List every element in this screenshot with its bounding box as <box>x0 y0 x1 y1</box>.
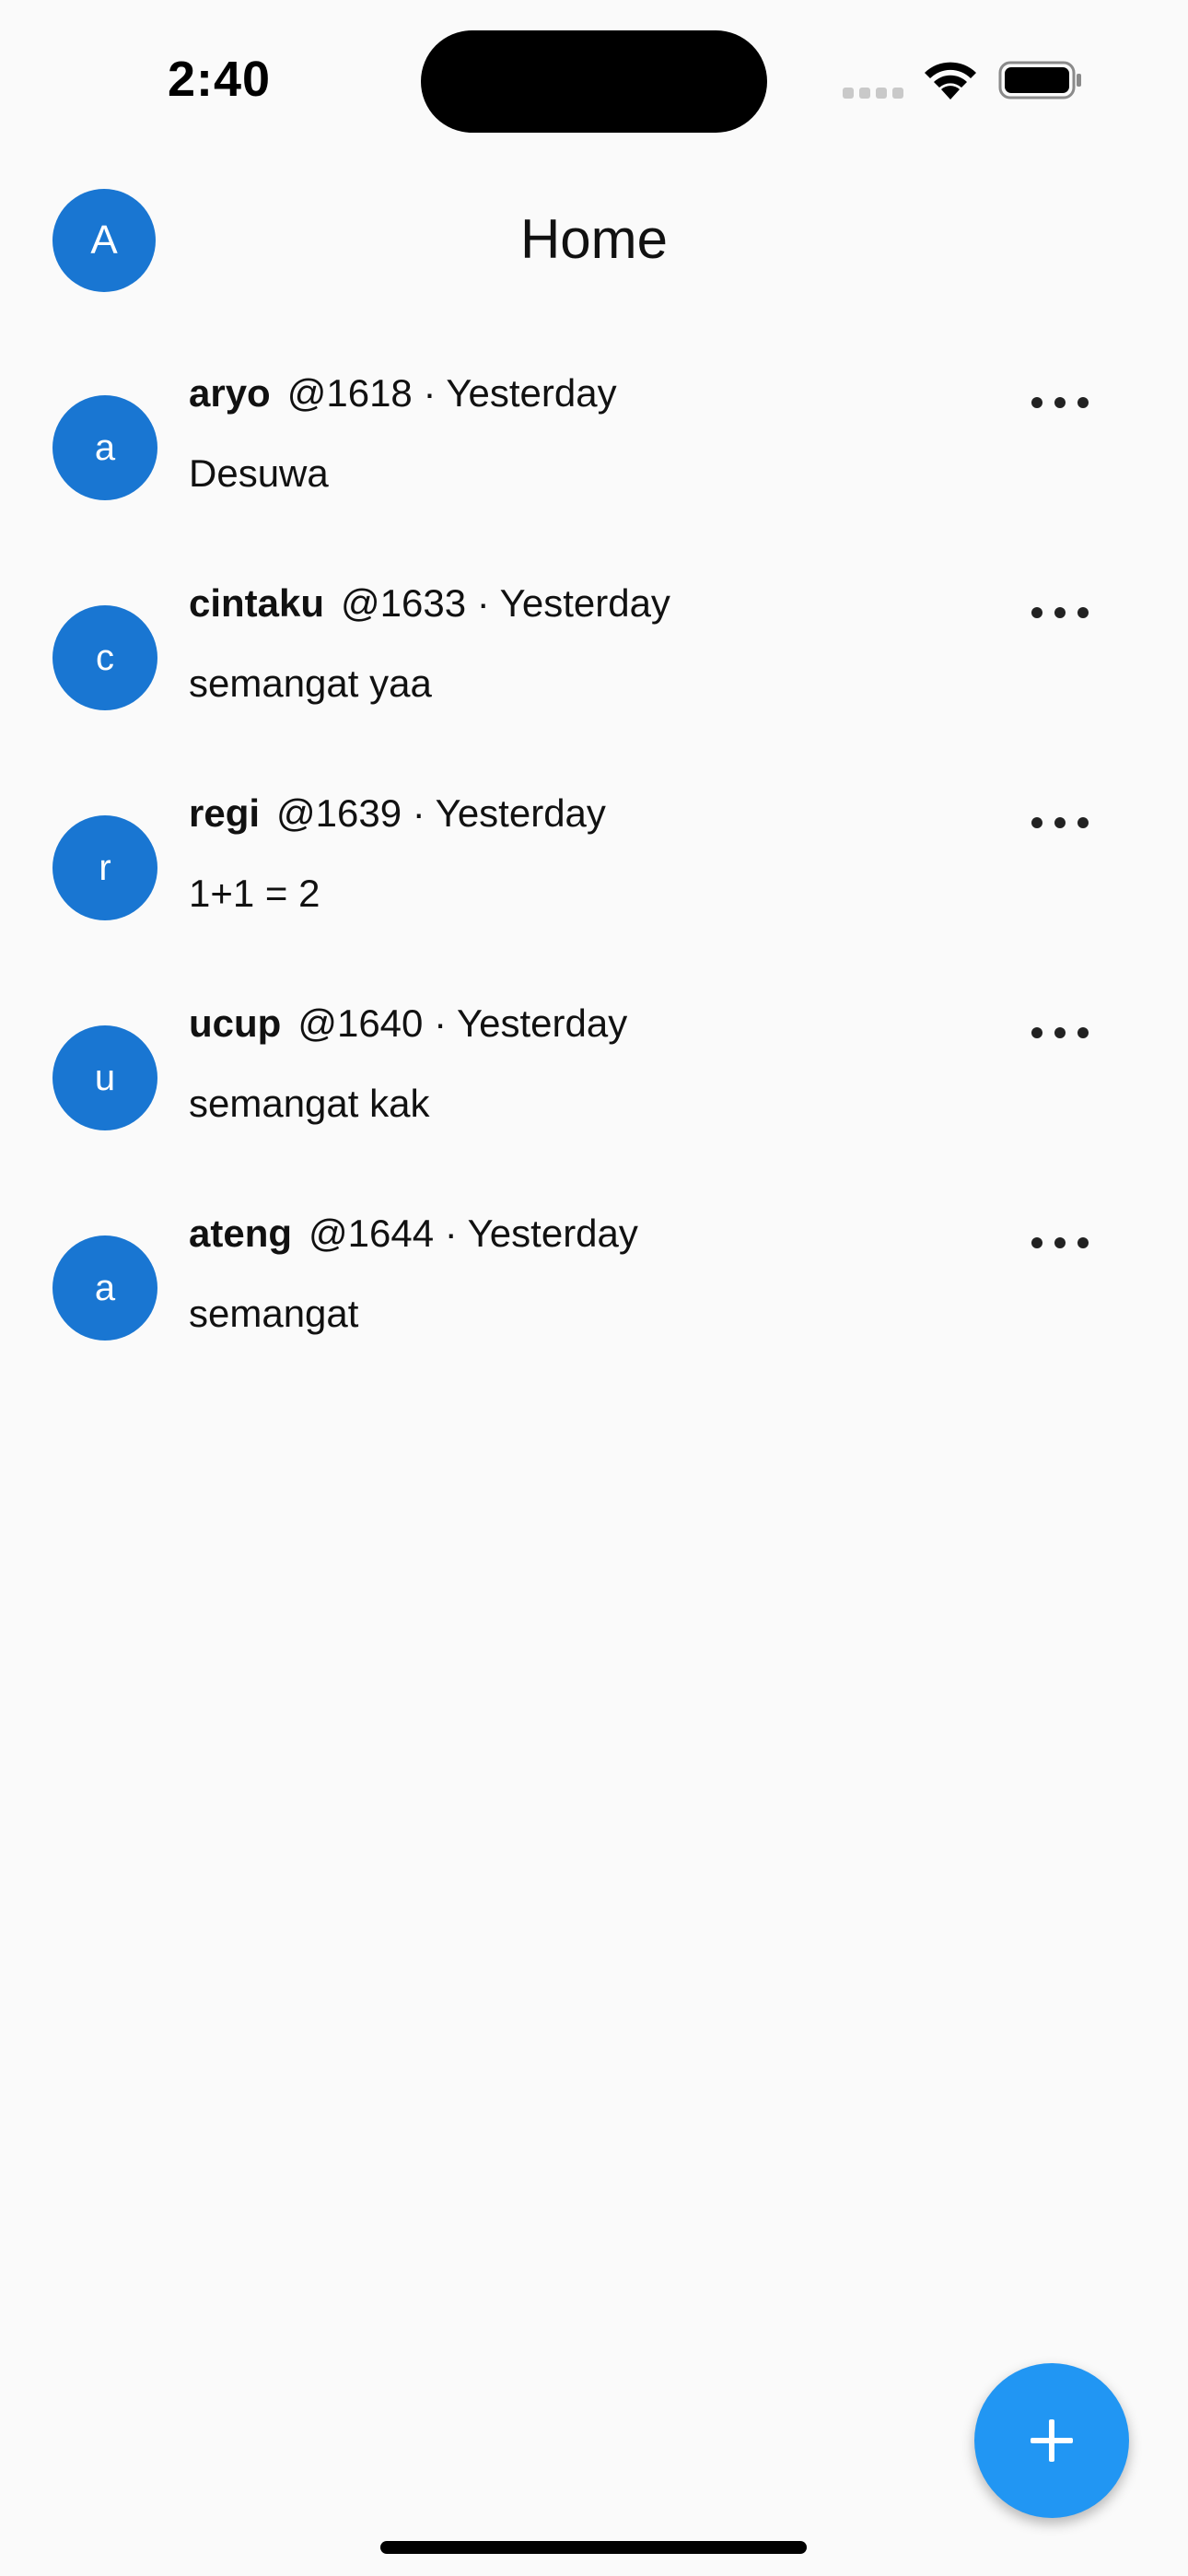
status-time: 2:40 <box>168 52 272 107</box>
post-avatar[interactable]: c <box>52 605 157 710</box>
post-header: aryo @1618 · Yesterday <box>189 371 617 416</box>
post-text: semangat yaa <box>189 662 432 705</box>
new-post-button[interactable] <box>974 2363 1129 2518</box>
post-username: ucup <box>189 1001 282 1045</box>
page-title: Home <box>519 208 669 270</box>
post-avatar[interactable]: r <box>52 815 157 920</box>
post-username: regi <box>189 791 261 835</box>
post-header: ateng @1644 · Yesterday <box>189 1212 638 1256</box>
post-avatar-initial: r <box>99 847 111 888</box>
dynamic-island <box>421 30 767 133</box>
post-text: semangat kak <box>189 1082 430 1125</box>
cellular-signal-icon <box>843 88 903 99</box>
post-avatar-initial: a <box>94 1267 116 1308</box>
post-meta: @1640 · Yesterday <box>297 1001 628 1045</box>
post-header: ucup @1640 · Yesterday <box>189 1001 627 1046</box>
wifi-icon <box>925 62 976 100</box>
more-options-icon[interactable] <box>1031 392 1089 414</box>
home-indicator[interactable] <box>380 2541 807 2554</box>
post-meta: @1644 · Yesterday <box>309 1212 638 1255</box>
post-item[interactable]: r regi @1639 · Yesterday 1+1 = 2 <box>0 766 1188 976</box>
post-avatar[interactable]: a <box>52 1235 157 1341</box>
more-options-icon[interactable] <box>1031 1232 1089 1254</box>
post-username: cintaku <box>189 581 325 625</box>
post-feed: a aryo @1618 · Yesterday Desuwa c cintaku… <box>0 345 1188 1396</box>
post-header: cintaku @1633 · Yesterday <box>189 581 670 626</box>
post-username: aryo <box>189 371 271 415</box>
post-text: 1+1 = 2 <box>189 872 320 915</box>
post-text: Desuwa <box>189 451 329 495</box>
plus-icon <box>1031 2419 1073 2462</box>
post-username: ateng <box>189 1212 293 1255</box>
post-avatar[interactable]: a <box>52 395 157 500</box>
post-meta: @1633 · Yesterday <box>341 581 670 625</box>
post-item[interactable]: a ateng @1644 · Yesterday semangat <box>0 1186 1188 1396</box>
post-avatar-initial: a <box>94 427 116 468</box>
post-meta: @1618 · Yesterday <box>286 371 617 415</box>
post-avatar[interactable]: u <box>52 1025 157 1130</box>
battery-icon <box>998 61 1081 100</box>
status-bar: 2:40 <box>0 0 1188 157</box>
post-header: regi @1639 · Yesterday <box>189 791 606 836</box>
post-text: semangat <box>189 1292 359 1335</box>
post-avatar-initial: u <box>94 1057 116 1098</box>
post-item[interactable]: c cintaku @1633 · Yesterday semangat yaa <box>0 556 1188 766</box>
more-options-icon[interactable] <box>1031 602 1089 624</box>
post-item[interactable]: a aryo @1618 · Yesterday Desuwa <box>0 345 1188 556</box>
post-meta: @1639 · Yesterday <box>276 791 606 835</box>
post-avatar-initial: c <box>96 637 114 678</box>
more-options-icon[interactable] <box>1031 812 1089 834</box>
post-item[interactable]: u ucup @1640 · Yesterday semangat kak <box>0 976 1188 1186</box>
more-options-icon[interactable] <box>1031 1022 1089 1044</box>
